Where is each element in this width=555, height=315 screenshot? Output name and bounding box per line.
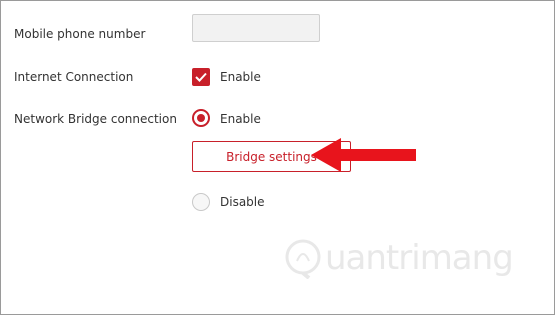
- internet-enable-checkbox[interactable]: [192, 68, 210, 86]
- bridge-disable-radio[interactable]: [192, 193, 210, 211]
- watermark: uantrimang: [283, 237, 514, 279]
- internet-connection-label: Internet Connection: [14, 70, 134, 84]
- checkmark-icon: [195, 72, 207, 82]
- mobile-phone-label: Mobile phone number: [14, 27, 146, 41]
- watermark-text: uantrimang: [325, 238, 514, 278]
- bridge-disable-label: Disable: [220, 195, 265, 209]
- quantrimang-logo-icon: [285, 239, 321, 279]
- internet-enable-label: Enable: [220, 70, 261, 84]
- bridge-enable-label: Enable: [220, 112, 261, 126]
- network-bridge-label: Network Bridge connection: [14, 112, 177, 126]
- settings-panel: Mobile phone number Internet Connection …: [0, 0, 555, 315]
- bridge-enable-radio[interactable]: [192, 109, 210, 127]
- mobile-phone-input[interactable]: [192, 14, 320, 42]
- red-arrow-left-icon: [311, 138, 416, 172]
